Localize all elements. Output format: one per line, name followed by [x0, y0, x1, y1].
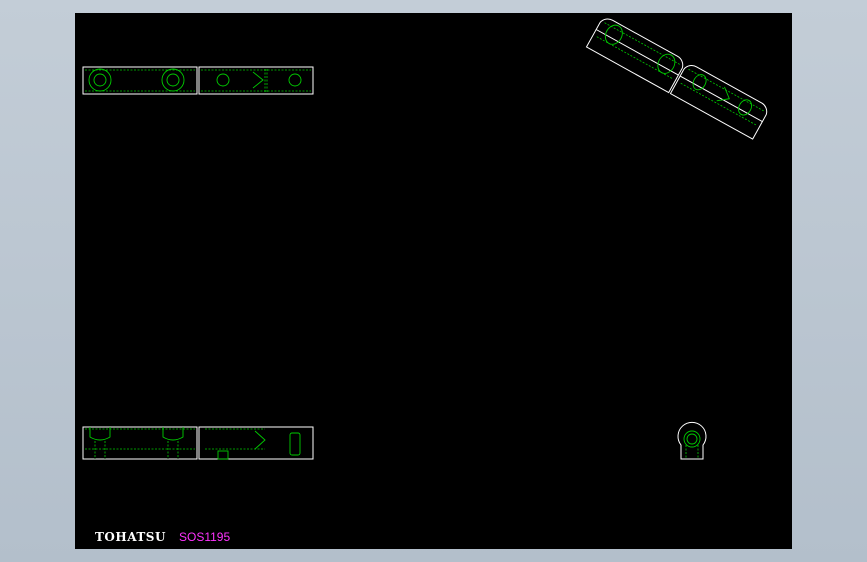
part-number-label: SOS1195	[179, 530, 231, 544]
isometric-view	[585, 18, 768, 140]
brand-logo-text: TOHATSU	[95, 530, 166, 544]
top-plan-view	[82, 66, 314, 95]
end-view	[677, 421, 707, 460]
elevation-block-left	[82, 426, 198, 460]
plan-block-right	[198, 66, 314, 95]
front-elevation-view	[82, 426, 314, 460]
cad-drawing	[82, 18, 768, 460]
cad-drawing-canvas[interactable]: TOHATSU SOS1195	[75, 13, 792, 549]
